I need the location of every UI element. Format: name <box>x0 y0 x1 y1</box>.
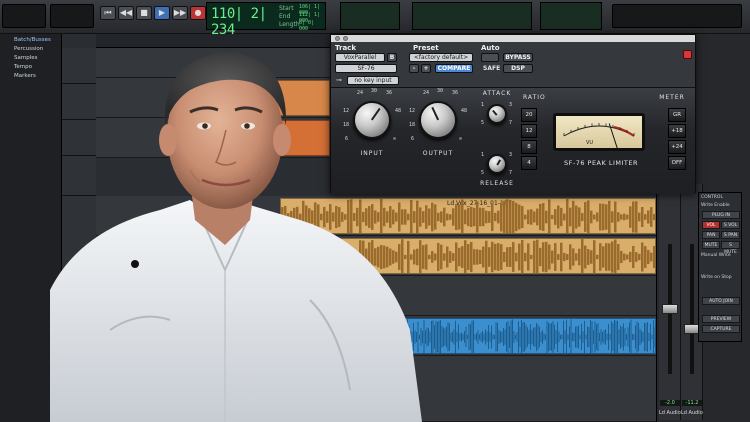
volume-fader[interactable] <box>662 304 678 314</box>
attack-scale: 7 <box>509 120 513 126</box>
manual-write-label: Manual Write <box>701 253 731 258</box>
release-scale: 5 <box>481 170 485 176</box>
vu-label: VU <box>586 140 594 146</box>
auto-label: Auto <box>481 44 500 52</box>
output-scale: 36 <box>452 90 459 96</box>
ratio-button[interactable]: 8 <box>521 140 537 154</box>
attack-scale: 1 <box>481 102 485 108</box>
release-scale: 1 <box>481 152 485 158</box>
plugin-settings-icon[interactable] <box>683 50 692 59</box>
bypass-button[interactable]: BYPASS <box>503 53 533 62</box>
memory-locations[interactable] <box>612 4 742 28</box>
compare-button[interactable]: COMPARE <box>435 64 473 73</box>
release-knob[interactable] <box>487 154 507 174</box>
ratio-label: RATIO <box>523 94 546 101</box>
preview-button[interactable]: PREVIEW <box>702 315 740 323</box>
knob-pointer <box>496 159 502 166</box>
ratio-button[interactable]: 4 <box>521 156 537 170</box>
nudge-setting-box[interactable] <box>50 4 94 28</box>
knob-pointer <box>431 106 439 121</box>
length-label: Length <box>279 21 300 28</box>
return-to-zero-button[interactable]: ⏮ <box>100 6 116 20</box>
meter-mode-button[interactable]: +24 <box>668 140 686 154</box>
automation-button[interactable] <box>481 53 499 62</box>
dsp-button[interactable]: DSP <box>503 64 533 73</box>
channel-volume: -2.0 <box>660 400 680 406</box>
play-button[interactable]: ▶ <box>154 6 170 20</box>
channel-name: Ld Audio 1 <box>659 410 681 416</box>
fast-forward-button[interactable]: ▶▶ <box>172 6 188 20</box>
channel-volume: -11.2 <box>682 400 702 406</box>
plugin-in-button[interactable]: PLUG IN <box>702 211 740 219</box>
pan-button[interactable]: PAN <box>702 231 720 239</box>
mixer-channel[interactable]: -2.0 Ld Audio 1 <box>659 184 681 420</box>
meter-mode-button[interactable]: +18 <box>668 124 686 138</box>
meter-mode-button[interactable]: OFF <box>668 156 686 170</box>
presenter-photo <box>50 52 422 422</box>
capture-button[interactable]: CAPTURE <box>702 325 740 333</box>
secondary-counter[interactable] <box>340 2 400 30</box>
release-scale: 3 <box>509 152 513 158</box>
s-mute-button[interactable]: S MUTE <box>721 241 740 255</box>
rewind-button[interactable]: ◀◀ <box>118 6 134 20</box>
auto-join-button[interactable]: AUTO JOIN <box>702 297 740 305</box>
stop-button[interactable]: ■ <box>136 6 152 20</box>
mute-button[interactable]: MUTE <box>702 241 720 249</box>
fader-track <box>690 244 694 374</box>
knob-pointer <box>492 109 498 117</box>
attack-label: ATTACK <box>482 90 512 97</box>
meter-mode-button[interactable]: GR <box>668 108 686 122</box>
release-scale: 7 <box>509 170 513 176</box>
tempo-display[interactable] <box>540 2 602 30</box>
output-scale: 30 <box>437 88 444 94</box>
attack-scale: 3 <box>509 102 513 108</box>
meter-label: METER <box>659 94 685 101</box>
ratio-button[interactable]: 12 <box>521 124 537 138</box>
output-scale: 48 <box>461 108 468 114</box>
automation-window: CONTROL Write Enable PLUG IN VOL S VOL P… <box>698 192 742 342</box>
attack-scale: 5 <box>481 120 485 126</box>
write-enable-label: Write Enable <box>701 203 730 208</box>
write-on-stop-label: Write on Stop <box>701 275 732 280</box>
s-vol-button[interactable]: S VOL <box>721 221 740 229</box>
edit-counter[interactable] <box>412 2 532 30</box>
start-label: Start <box>279 5 294 12</box>
attack-knob[interactable] <box>487 104 507 124</box>
s-pan-button[interactable]: S PAN <box>721 231 740 239</box>
end-label: End <box>279 13 291 20</box>
record-button[interactable]: ● <box>190 6 206 20</box>
vol-button[interactable]: VOL <box>702 221 720 229</box>
ratio-button[interactable]: 20 <box>521 108 537 122</box>
grid-setting-box[interactable] <box>2 4 46 28</box>
output-scale: ∞ <box>459 136 463 142</box>
release-label: RELEASE <box>480 180 514 187</box>
channel-name: Ld Audio 1 <box>681 410 703 416</box>
main-counter-display[interactable]: 110| 2| 234 Start End Length 106| 1| 000… <box>206 2 326 38</box>
transport-bar: ⏮ ◀◀ ■ ▶ ▶▶ ● 110| 2| 234 Start End Leng… <box>0 0 750 38</box>
vu-scale <box>563 123 635 137</box>
vu-meter: VU <box>553 113 645 151</box>
main-counter: 110| 2| 234 <box>211 6 267 38</box>
inspector-title: CONTROL <box>701 195 723 200</box>
plugin-brand-label: SF-76 PEAK LIMITER <box>563 159 638 167</box>
safe-label[interactable]: SAFE <box>483 65 500 72</box>
